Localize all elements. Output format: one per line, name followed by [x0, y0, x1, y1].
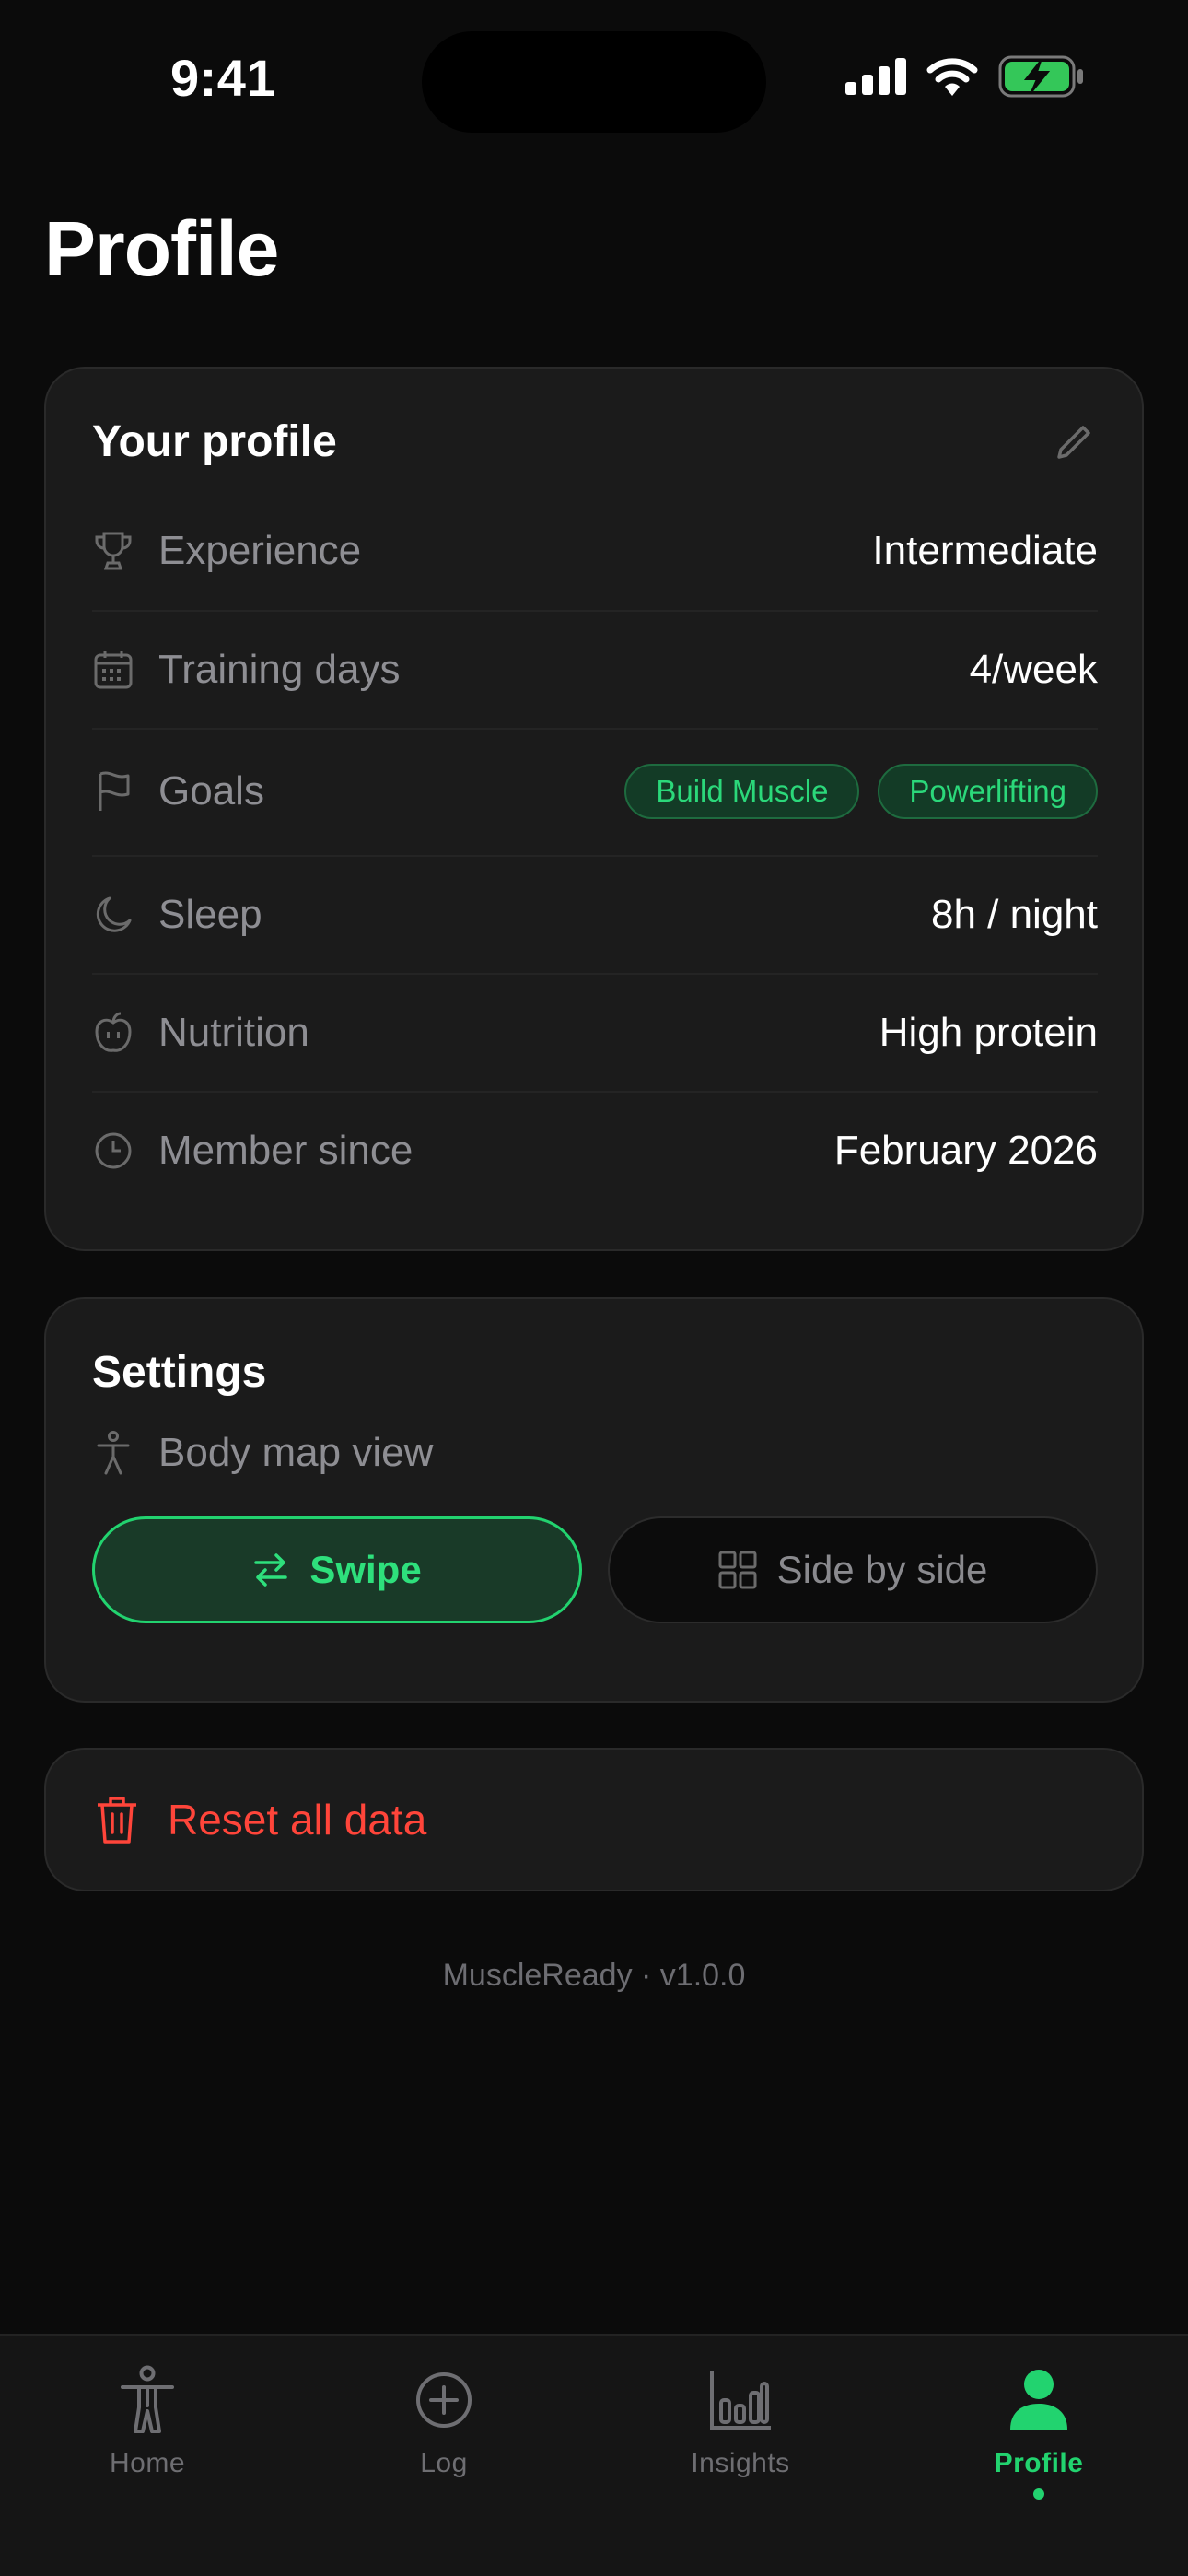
goal-chip: Build Muscle [624, 764, 860, 819]
member-since-value: February 2026 [833, 1128, 1098, 1173]
tab-home-label: Home [109, 2448, 186, 2478]
moon-icon [92, 894, 134, 936]
calendar-icon [92, 649, 134, 691]
profile-card-title: Your profile [92, 417, 337, 466]
nutrition-label: Nutrition [158, 1010, 309, 1055]
status-bar: 9:41 [0, 0, 1188, 157]
clock-icon [92, 1130, 134, 1172]
flag-icon [92, 770, 134, 813]
tab-log-label: Log [420, 2448, 468, 2478]
dynamic-island [422, 31, 766, 133]
profile-row-training-days: Training days 4/week [92, 611, 1098, 729]
sleep-value: 8h / night [930, 892, 1098, 937]
profile-screen: 9:41 Profile Your profile Experience Int… [0, 0, 1188, 2576]
swipe-option-label: Swipe [309, 1548, 422, 1591]
experience-value: Intermediate [872, 528, 1098, 573]
app-version: MuscleReady · v1.0.0 [442, 1958, 746, 1993]
goals-label: Goals [158, 768, 264, 814]
grid-icon [718, 1551, 757, 1589]
tab-bar: Home Log Insights Profile [0, 2334, 1188, 2576]
profile-row-member-since: Member since February 2026 [92, 1092, 1098, 1210]
plus-circle-icon [407, 2363, 481, 2437]
profile-row-sleep: Sleep 8h / night [92, 856, 1098, 974]
person-icon [1002, 2363, 1076, 2437]
member-since-label: Member since [158, 1128, 413, 1173]
swap-arrows-icon [254, 1553, 288, 1587]
training-days-label: Training days [158, 647, 401, 692]
trophy-icon [92, 530, 134, 572]
experience-label: Experience [158, 528, 362, 573]
reset-all-data-label: Reset all data [168, 1796, 427, 1844]
settings-card-title: Settings [92, 1348, 267, 1397]
battery-charging-icon [998, 55, 1083, 98]
status-time: 9:41 [170, 49, 276, 107]
body-figure-icon [92, 1431, 134, 1475]
edit-pencil-icon[interactable] [1052, 420, 1096, 464]
body-map-view-label: Body map view [158, 1430, 434, 1475]
profile-row-nutrition: Nutrition High protein [92, 974, 1098, 1092]
goal-chip: Powerlifting [878, 764, 1098, 819]
profile-row-goals: Goals Build Muscle Powerlifting [92, 728, 1098, 855]
training-days-value: 4/week [969, 647, 1098, 692]
tab-log[interactable]: Log [343, 2363, 545, 2511]
swipe-option-button[interactable]: Swipe [92, 1516, 582, 1623]
body-map-view-label-row: Body map view [92, 1430, 433, 1476]
profile-card: Your profile Experience Intermediate Tra… [44, 367, 1144, 1251]
side-by-side-option-label: Side by side [776, 1548, 988, 1591]
sleep-label: Sleep [158, 892, 262, 937]
status-icons [845, 55, 1085, 98]
page-title: Profile [44, 205, 279, 292]
settings-card: Settings Body map view Swipe Side by sid… [44, 1297, 1144, 1703]
active-tab-indicator [1033, 2488, 1044, 2500]
goal-chips: Build Muscle Powerlifting [624, 764, 1098, 819]
trash-icon [98, 1797, 136, 1844]
body-icon [111, 2363, 184, 2437]
tab-insights-label: Insights [691, 2448, 790, 2478]
tab-profile[interactable]: Profile [938, 2363, 1140, 2511]
wifi-icon [926, 58, 978, 96]
bar-chart-icon [704, 2363, 777, 2437]
reset-all-data-button[interactable]: Reset all data [44, 1748, 1144, 1891]
apple-icon [92, 1012, 134, 1054]
tab-profile-label: Profile [994, 2448, 1084, 2478]
tab-home[interactable]: Home [46, 2363, 249, 2511]
nutrition-value: High protein [879, 1010, 1098, 1055]
cellular-signal-icon [845, 58, 906, 95]
tab-insights[interactable]: Insights [639, 2363, 842, 2511]
profile-row-experience: Experience Intermediate [92, 492, 1098, 610]
side-by-side-option-button[interactable]: Side by side [608, 1516, 1098, 1623]
